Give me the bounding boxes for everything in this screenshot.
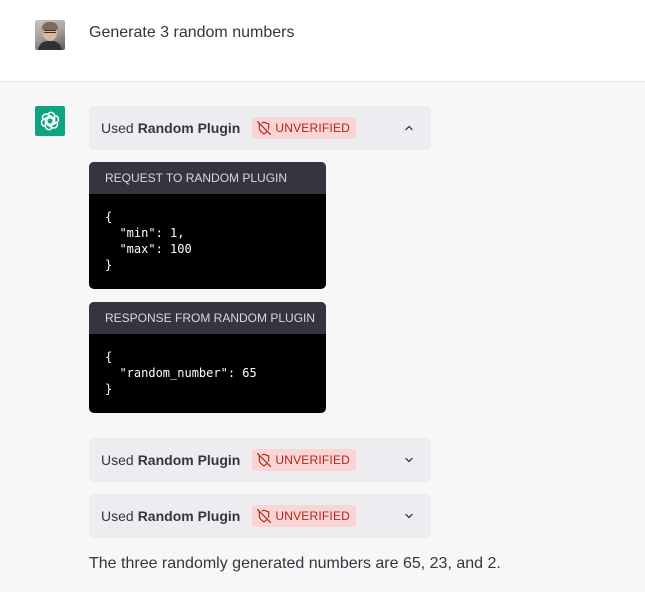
plugin-used-label: Used xyxy=(101,508,134,524)
shield-off-icon xyxy=(257,453,272,467)
request-header: REQUEST TO RANDOM PLUGIN xyxy=(89,162,326,194)
response-body: { "random_number": 65 } xyxy=(105,350,257,396)
request-body: { "min": 1, "max": 100 } xyxy=(105,210,192,272)
plugin-name: Random Plugin xyxy=(137,120,241,136)
unverified-badge: UNVERIFIED xyxy=(252,117,357,139)
plugin-name: Random Plugin xyxy=(137,508,241,524)
plugin-call-toggle[interactable]: Used Random Plugin UNVERIFIED xyxy=(89,438,431,482)
plugin-used-label: Used xyxy=(101,452,134,468)
badge-text: UNVERIFIED xyxy=(275,509,351,523)
shield-off-icon xyxy=(257,509,272,523)
plugin-call-toggle[interactable]: Used Random Plugin UNVERIFIED xyxy=(89,106,431,150)
response-header: RESPONSE FROM RANDOM PLUGIN xyxy=(89,302,326,334)
user-avatar xyxy=(35,20,65,50)
chevron-down-icon[interactable] xyxy=(401,508,417,524)
request-code-block: REQUEST TO RANDOM PLUGIN { "min": 1, "ma… xyxy=(89,162,326,289)
unverified-badge: UNVERIFIED xyxy=(252,449,357,471)
shield-off-icon xyxy=(257,121,272,135)
chevron-down-icon[interactable] xyxy=(401,452,417,468)
plugin-name: Random Plugin xyxy=(137,452,241,468)
plugin-call-toggle[interactable]: Used Random Plugin UNVERIFIED xyxy=(89,494,431,538)
chevron-up-icon[interactable] xyxy=(401,120,417,136)
assistant-answer-text: The three randomly generated numbers are… xyxy=(89,555,501,572)
plugin-used-label: Used xyxy=(101,120,134,136)
badge-text: UNVERIFIED xyxy=(275,453,351,467)
chatgpt-logo-icon xyxy=(35,106,65,136)
response-code-block: RESPONSE FROM RANDOM PLUGIN { "random_nu… xyxy=(89,302,326,413)
badge-text: UNVERIFIED xyxy=(275,121,351,135)
unverified-badge: UNVERIFIED xyxy=(252,505,357,527)
user-message-text: Generate 3 random numbers xyxy=(89,24,295,41)
user-message-row: Generate 3 random numbers xyxy=(0,0,645,82)
